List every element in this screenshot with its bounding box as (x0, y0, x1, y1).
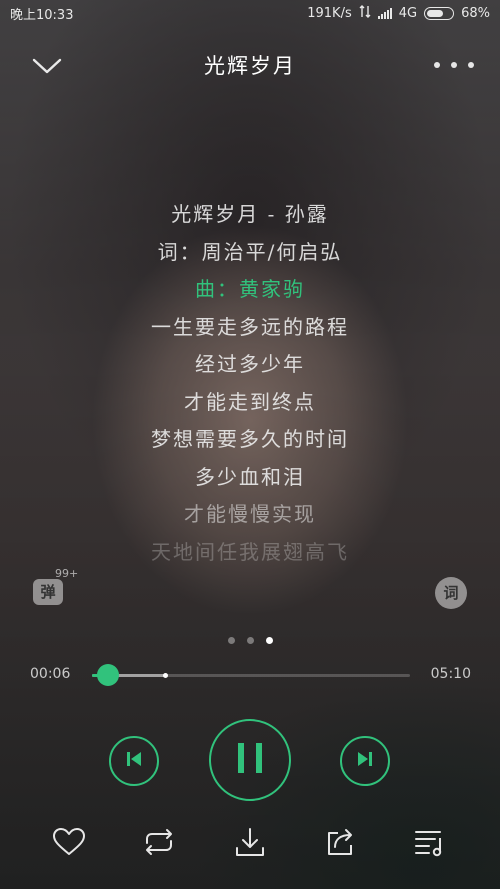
pause-button[interactable] (209, 719, 291, 801)
lyric-line: 词：周治平/何启弘 (157, 239, 343, 264)
previous-button[interactable] (109, 736, 159, 786)
data-transfer-icon (359, 4, 371, 22)
lyric-line: 梦想需要多久的时间 (151, 427, 349, 451)
repeat-icon[interactable] (139, 822, 179, 862)
playlist-icon[interactable] (410, 822, 450, 862)
lyric-line: 才能慢慢实现 (184, 502, 316, 526)
song-title: 光辉岁月 (204, 54, 296, 78)
danmaku-icon: 弹 (33, 579, 63, 605)
lyrics-panel[interactable]: 光辉岁月 - 孙露 词：周治平/何启弘 曲：黄家驹一生要走多远的路程 经过多少年才能走… (0, 196, 500, 571)
status-indicators: 191K/s 4G 68% (307, 4, 490, 22)
page-dot (265, 637, 273, 644)
page-dot (227, 637, 235, 644)
share-icon[interactable] (320, 822, 360, 862)
status-bar: 晚上10:33 191K/s 4G 68% (0, 0, 500, 26)
player-header: 光辉岁月 (0, 40, 500, 90)
lyric-line: 光辉岁月 - 孙露 (171, 202, 329, 226)
download-icon[interactable] (230, 822, 270, 862)
network-type: 4G (398, 5, 418, 21)
network-speed: 191K/s (307, 5, 352, 21)
danmaku-button[interactable]: 弹 99+ (33, 567, 78, 609)
action-bar (0, 822, 500, 862)
lyric-line-current: 曲：黄家驹 (195, 277, 305, 301)
pause-icon (235, 742, 265, 778)
heart-icon[interactable] (49, 822, 89, 862)
progress-thumb[interactable] (96, 664, 119, 686)
page-dot (246, 637, 254, 644)
progress-bar[interactable] (92, 664, 410, 686)
next-button[interactable] (340, 736, 390, 786)
lyric-line: 经过多少年 (195, 352, 305, 376)
total-time: 05:10 (430, 666, 471, 682)
lyric-line: 一生要走多远的路程 (151, 314, 349, 339)
skip-previous-icon (124, 750, 144, 772)
skip-next-icon (355, 750, 375, 772)
battery-percent: 68% (461, 5, 490, 21)
signal-icon (377, 7, 392, 19)
more-dots-icon[interactable] (434, 52, 474, 78)
lyric-line: 天地间任我展翅高飞 (151, 539, 349, 564)
lyric-toggle-button[interactable]: 词 (435, 577, 467, 609)
danmaku-count-badge: 99+ (55, 567, 79, 580)
status-time: 晚上10:33 (10, 7, 74, 23)
lyric-line: 才能走到终点 (184, 389, 316, 414)
current-time: 00:06 (30, 666, 71, 682)
lyric-line: 多少血和泪 (195, 464, 305, 489)
battery-icon (424, 6, 455, 20)
page-indicator (0, 637, 500, 644)
